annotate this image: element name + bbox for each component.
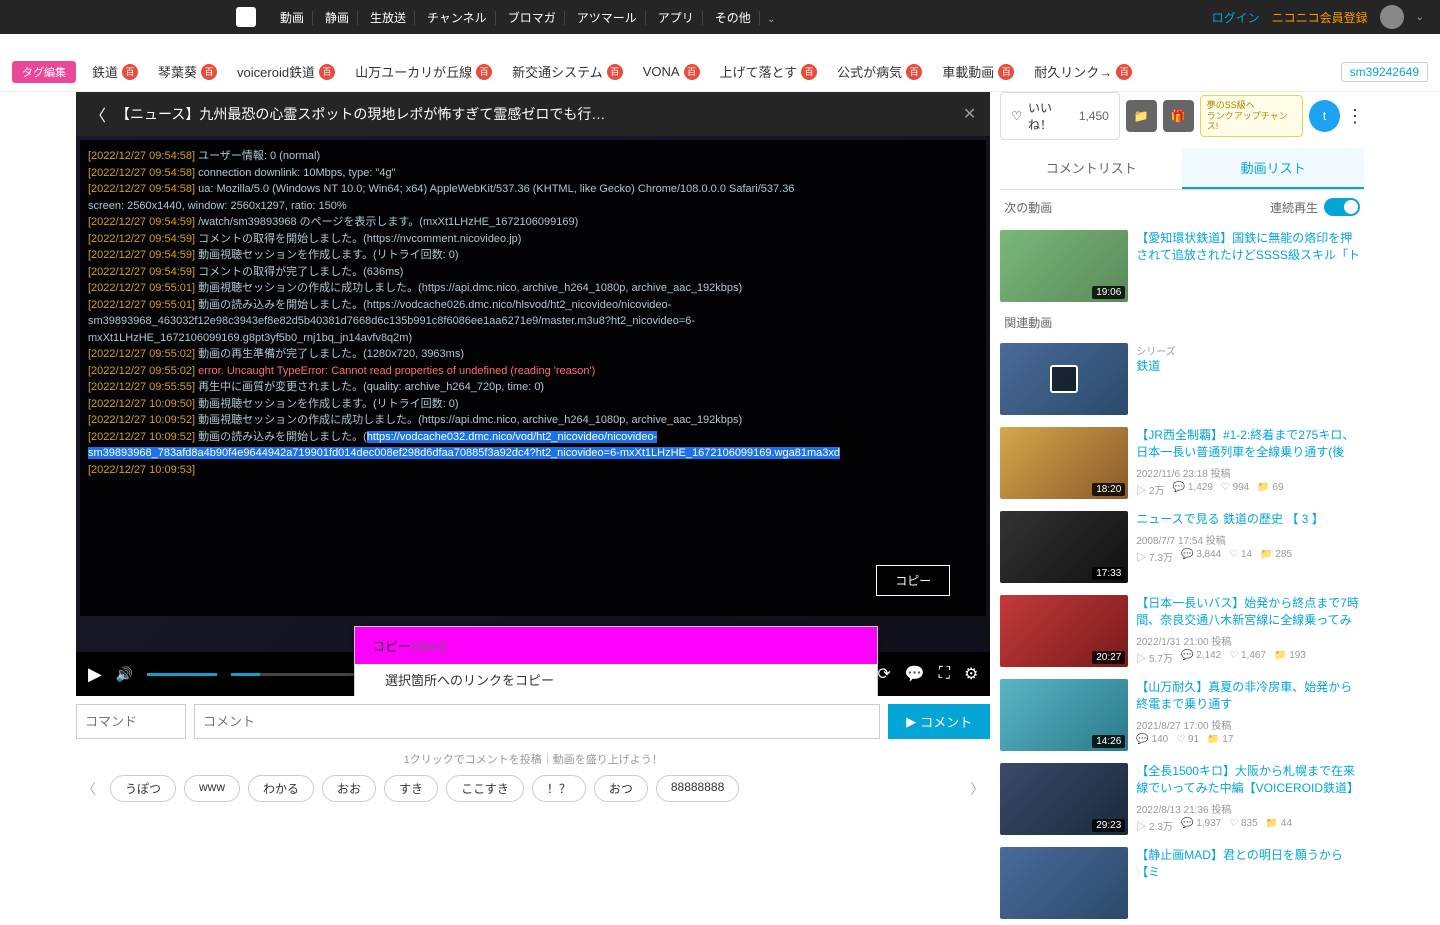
comment-suggestions: 〈 うぽつ www わかるおおすきここすき ！？ おつ 88888888 〉 bbox=[76, 771, 990, 806]
action-row: ♡ いいね！1,450 📁 🎁 夢のSS級へ ランクアップチャンス! t ⋮ bbox=[1000, 92, 1364, 148]
tag-item[interactable]: 車載動画 百 bbox=[942, 62, 1014, 81]
comment-hint: 1クリックでコメントを投稿｜動画を盛り上げよう！ bbox=[76, 747, 990, 771]
next-video-item[interactable]: 19:06 【愛知環状鉄道】国鉄に無能の烙印を押されて追放されたけどSSSS級ス… bbox=[1000, 224, 1364, 308]
fullscreen-icon[interactable]: ⛶ bbox=[939, 665, 950, 683]
nav-link[interactable]: 静画 bbox=[317, 11, 358, 25]
suggestion-chip[interactable]: 88888888 bbox=[656, 775, 739, 802]
next-video-label: 次の動画 bbox=[1004, 199, 1052, 216]
side-tabs: コメントリスト 動画リスト bbox=[1000, 148, 1364, 190]
related-video-item[interactable]: 【静止画MAD】君との明日を願うから 【ミ bbox=[1000, 841, 1364, 925]
debug-console: [2022/12/27 09:54:58] ユーザー情報: 0 (normal)… bbox=[80, 140, 986, 616]
comment-form: ▶ コメント bbox=[76, 696, 990, 747]
ctx-goto[interactable]: https://vodcache032.dmc.nico/vod/ht2_nic… bbox=[355, 695, 877, 696]
comment-submit[interactable]: ▶ コメント bbox=[888, 704, 990, 739]
context-menu: コピーCtrl+C 選択箇所へのリンクをコピー https://vodcache… bbox=[354, 626, 878, 696]
copy-button[interactable]: コピー bbox=[876, 565, 950, 596]
related-video-item[interactable]: 20:27 【日本一長いバス】始発から終点まで7時間、奈良交通八木新宮線に全線乗… bbox=[1000, 589, 1364, 673]
volume-slider[interactable] bbox=[147, 673, 217, 676]
loop-icon[interactable]: ⟳ bbox=[877, 664, 890, 684]
suggestion-chip[interactable]: ！？ bbox=[532, 775, 586, 802]
chevron-left-icon[interactable]: 〈 bbox=[76, 779, 102, 799]
nav-link[interactable]: チャンネル bbox=[419, 11, 496, 25]
tag-bar: タグ編集 鉄道 百 琴葉葵 百 voiceroid鉄道 百 山万ユーカリが丘線 百 新交… bbox=[0, 52, 1440, 92]
nav-link[interactable]: アプリ bbox=[650, 11, 703, 25]
tag-edit-button[interactable]: タグ編集 bbox=[12, 61, 76, 83]
close-icon[interactable]: ✕ bbox=[963, 104, 976, 124]
volume-icon[interactable]: 🔊 bbox=[116, 666, 133, 683]
folder-icon[interactable]: 📁 bbox=[1126, 100, 1157, 132]
gear-icon[interactable]: ⚙ bbox=[964, 664, 978, 684]
avatar[interactable] bbox=[1380, 5, 1404, 29]
nav-link[interactable]: その他 bbox=[707, 11, 760, 25]
tag-item[interactable]: 山万ユーカリが丘線 百 bbox=[355, 62, 492, 81]
tag-item[interactable]: 琴葉葵 百 bbox=[158, 62, 217, 81]
suggestion-chip[interactable]: おお bbox=[322, 775, 376, 802]
twitter-icon[interactable]: t bbox=[1309, 100, 1340, 132]
back-icon[interactable]: 〈 bbox=[90, 102, 106, 126]
suggestion-chip[interactable]: ここすき bbox=[446, 775, 524, 802]
tag-item[interactable]: 鉄道 百 bbox=[92, 62, 138, 81]
suggestion-chip[interactable]: おつ bbox=[594, 775, 648, 802]
related-video-item[interactable]: 14:26 【山万耐久】真夏の非冷房車、始発から終電まで乗り通す 2021/8/… bbox=[1000, 673, 1364, 757]
player-header: 〈 【ニュース】九州最恐の心霊スポットの現地レポが怖すぎて霊感ゼロでも行… ✕ bbox=[76, 92, 990, 136]
top-nav: 動画静画生放送チャンネルブロマガアツマールアプリその他 ⌄ ログイン ニコニコ会… bbox=[0, 0, 1440, 34]
suggestion-chip[interactable]: www bbox=[184, 775, 240, 802]
nav-link[interactable]: 生放送 bbox=[362, 11, 415, 25]
ctx-copy[interactable]: コピーCtrl+C bbox=[355, 627, 877, 664]
chevron-right-icon[interactable]: 〉 bbox=[964, 779, 990, 799]
nav-link[interactable]: ブロマガ bbox=[500, 11, 565, 25]
tag-item[interactable]: 新交通システム 百 bbox=[512, 62, 623, 81]
related-video-item[interactable]: 18:20 【JR西全制覇】#1-2:終着まで275キロ、日本一長い普通列車を全… bbox=[1000, 421, 1364, 505]
share-icon[interactable]: ⋮ bbox=[1346, 106, 1364, 127]
logo-icon[interactable] bbox=[236, 7, 256, 27]
suggestion-chip[interactable]: うぽつ bbox=[110, 775, 176, 802]
video-id-tag[interactable]: sm39242649 bbox=[1341, 62, 1428, 82]
stack-icon bbox=[1050, 365, 1078, 393]
suggestion-chip[interactable]: すき bbox=[384, 775, 438, 802]
related-video-item[interactable]: 17:33 ニュースで見る 鉄道の歴史 【 3 】 2008/7/7 17:54… bbox=[1000, 505, 1364, 589]
tab-comment-list[interactable]: コメントリスト bbox=[1000, 148, 1182, 189]
comment-icon[interactable]: 💬 bbox=[905, 664, 925, 684]
gift-icon[interactable]: 🎁 bbox=[1163, 100, 1194, 132]
tag-item[interactable]: 上げて落とす 百 bbox=[720, 62, 818, 81]
ctx-copy-link[interactable]: 選択箇所へのリンクをコピー bbox=[355, 664, 877, 695]
tag-item[interactable]: 公式が病気 百 bbox=[837, 62, 922, 81]
autoplay-toggle[interactable] bbox=[1324, 198, 1360, 216]
related-video-item[interactable]: 29:23 【全長1500キロ】大阪から札幌まで在来線でいってみた中編【VOIC… bbox=[1000, 757, 1364, 841]
series-item[interactable]: シリーズ鉄道 bbox=[1000, 337, 1364, 421]
tag-item[interactable]: VONA 百 bbox=[643, 62, 700, 81]
rankup-badge[interactable]: 夢のSS級へ ランクアップチャンス! bbox=[1200, 95, 1303, 137]
tag-item[interactable]: 耐久リンク→ 百 bbox=[1034, 62, 1132, 81]
login-link[interactable]: ログイン bbox=[1212, 9, 1260, 26]
command-input[interactable] bbox=[76, 704, 186, 739]
tag-item[interactable]: voiceroid鉄道 百 bbox=[237, 62, 335, 81]
nav-link[interactable]: アツマール bbox=[569, 11, 646, 25]
suggestion-chip[interactable]: わかる bbox=[248, 775, 314, 802]
chevron-down-icon[interactable]: ⌄ bbox=[1416, 12, 1424, 23]
play-icon[interactable]: ▶ bbox=[88, 664, 102, 685]
like-button[interactable]: ♡ いいね！1,450 bbox=[1000, 92, 1120, 140]
register-link[interactable]: ニコニコ会員登録 bbox=[1272, 9, 1368, 26]
video-player: [2022/12/27 09:54:58] ユーザー情報: 0 (normal)… bbox=[76, 136, 990, 696]
video-title: 【ニュース】九州最恐の心霊スポットの現地レポが怖すぎて霊感ゼロでも行… bbox=[116, 104, 963, 124]
related-label: 関連動画 bbox=[1000, 308, 1364, 337]
tab-video-list[interactable]: 動画リスト bbox=[1182, 148, 1364, 189]
nav-link[interactable]: 動画 bbox=[272, 11, 313, 25]
comment-input[interactable] bbox=[194, 704, 880, 739]
